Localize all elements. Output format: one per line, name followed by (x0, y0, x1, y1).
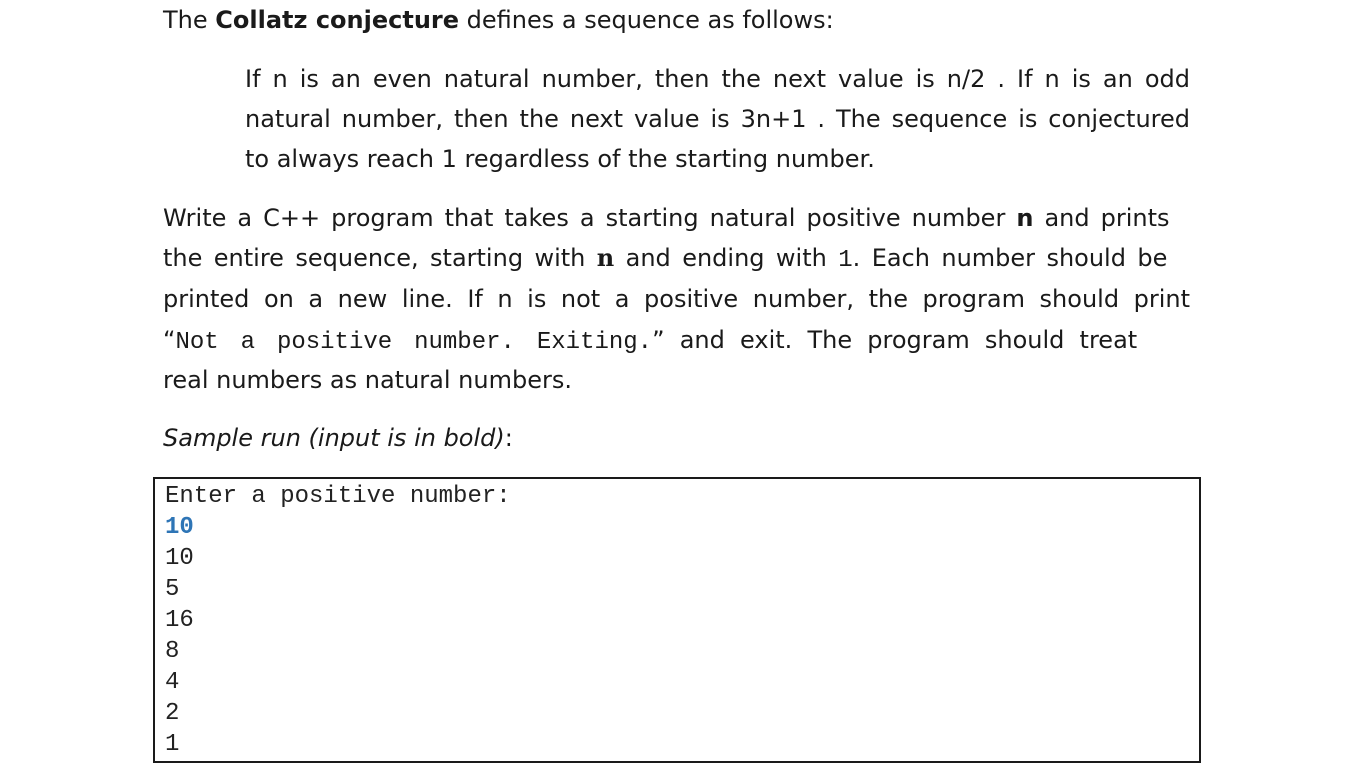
intro-prefix: The (163, 6, 216, 34)
definition-line-3: to always reach 1 regardless of the star… (245, 145, 875, 173)
console-prompt: Enter a positive number: (165, 483, 511, 510)
console-output-line: 5 (165, 576, 180, 603)
console-output-line: 1 (165, 731, 180, 758)
task-line-2: the entire sequence, starting with n and… (163, 243, 1167, 276)
task-line-4: “Not a positive number. Exiting.” and ex… (163, 325, 1137, 358)
definition-line-2: natural number, then the next value is 3… (245, 105, 1190, 133)
intro-suffix: defines a sequence as follows: (459, 6, 834, 34)
task-text: the entire sequence, starting with (163, 244, 597, 272)
console-input: 10 (165, 514, 194, 541)
task-line-5: real numbers as natural numbers. (163, 366, 572, 394)
sample-run-console: Enter a positive number: 10 10 5 16 8 4 … (153, 477, 1201, 763)
intro-term: Collatz conjecture (215, 6, 460, 34)
task-text: and prints (1033, 204, 1170, 232)
sample-run-colon: : (504, 424, 513, 452)
console-output-line: 2 (165, 700, 180, 727)
task-line-3: printed on a new line. If n is not a pos… (163, 285, 1190, 313)
task-text: ” and exit. The program should treat (652, 326, 1138, 354)
console-output-line: 10 (165, 545, 194, 572)
task-text: Write a C++ program that takes a startin… (163, 204, 1017, 232)
value-one-code: 1 (838, 247, 853, 274)
definition-line-1: If n is an even natural number, then the… (245, 65, 1190, 93)
task-line-1: Write a C++ program that takes a startin… (163, 203, 1170, 233)
variable-n: n (1016, 204, 1034, 232)
error-message-code: Not a positive number. Exiting. (175, 329, 653, 356)
task-text: . Each number should be (852, 244, 1168, 272)
console-output-line: 4 (165, 669, 180, 696)
task-text: and ending with (614, 244, 839, 272)
console-output-line: 16 (165, 607, 194, 634)
variable-n-code: n (596, 243, 615, 272)
console-output-line: 8 (165, 638, 180, 665)
open-quote: “ (163, 326, 176, 354)
intro-sentence: The Collatz conjecture defines a sequenc… (163, 5, 834, 35)
sample-run-heading: Sample run (input is in bold): (163, 423, 513, 453)
sample-run-label: Sample run (input is in bold) (163, 424, 505, 452)
